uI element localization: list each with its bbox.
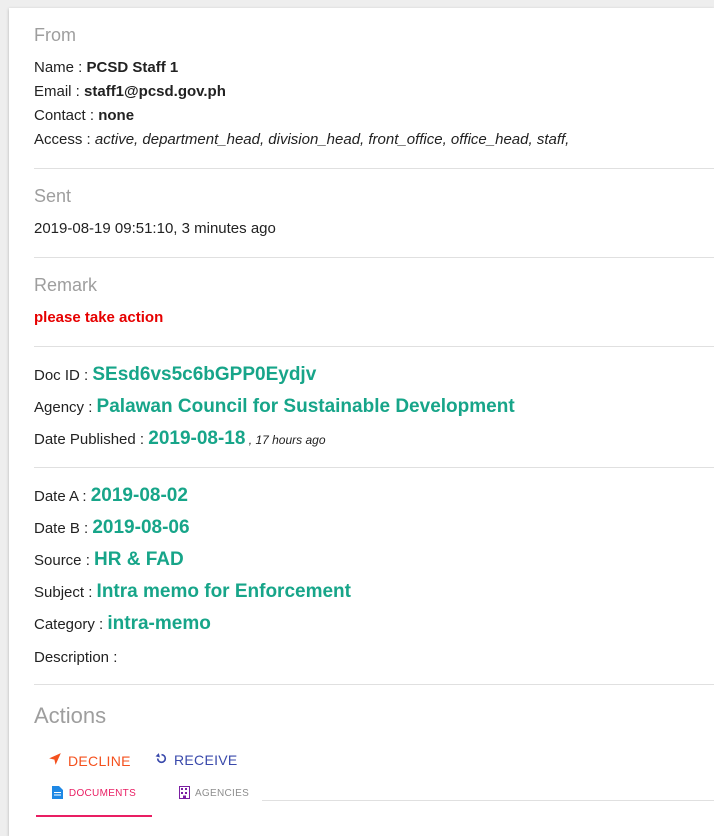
date-published-ago: , 17 hours ago: [245, 433, 326, 447]
decline-button[interactable]: DECLINE: [48, 752, 131, 769]
source-value: HR & FAD: [94, 549, 184, 570]
email-value: staff1@pcsd.gov.ph: [84, 83, 226, 100]
remark-heading: Remark: [34, 275, 98, 295]
divider: [34, 684, 714, 685]
doc-id-label: Doc ID :: [34, 367, 93, 384]
category: Category : intra-memo: [34, 613, 211, 635]
source-label: Source :: [34, 552, 95, 569]
tab-documents[interactable]: DOCUMENTS: [36, 770, 152, 817]
subject-value: Intra memo for Enforcement: [96, 581, 351, 602]
contact-value: none: [98, 107, 135, 124]
actions-heading: Actions: [34, 703, 107, 728]
message-detail-card: From Name : PCSD Staff 1 Email : staff1@…: [9, 8, 714, 836]
date-b: Date B : 2019-08-06: [34, 517, 190, 539]
name-value: PCSD Staff 1: [86, 59, 179, 76]
from-heading: From: [34, 25, 76, 45]
doc-id-value: SEsd6vs5c6bGPP0Eydjv: [92, 364, 317, 385]
send-icon: [48, 752, 62, 769]
date-published-label: Date Published :: [34, 431, 149, 448]
sent-value: 2019-08-19 09:51:10, 3 minutes ago: [34, 220, 276, 237]
contact-label: Contact :: [34, 107, 99, 124]
doc-agency: Agency : Palawan Council for Sustainable…: [34, 396, 515, 418]
agency-label: Agency :: [34, 399, 97, 416]
access-label: Access :: [34, 131, 95, 148]
building-icon: [178, 785, 190, 802]
divider: [34, 346, 714, 347]
doc-id: Doc ID : SEsd6vs5c6bGPP0Eydjv: [34, 364, 316, 386]
divider: [34, 257, 714, 258]
receive-button[interactable]: RECEIVE: [155, 752, 238, 768]
remark-value: please take action: [34, 309, 164, 326]
date-b-label: Date B :: [34, 520, 93, 537]
description: Description :: [34, 649, 117, 666]
tab-agencies[interactable]: AGENCIES: [164, 770, 264, 817]
from-contact: Contact : none: [34, 107, 134, 124]
bottom-tab-bar: DOCUMENTS AGENCIES: [24, 770, 262, 817]
date-b-value: 2019-08-06: [92, 517, 190, 538]
category-label: Category :: [34, 616, 108, 633]
decline-label: DECLINE: [68, 752, 131, 769]
category-value: intra-memo: [107, 613, 211, 634]
date-a-label: Date A :: [34, 488, 91, 505]
sent-heading: Sent: [34, 186, 72, 206]
access-value: active, department_head, division_head, …: [94, 131, 570, 148]
subject-label: Subject :: [34, 584, 97, 601]
document-icon: [51, 785, 63, 802]
active-tab-indicator: [36, 815, 152, 817]
name-label: Name :: [34, 59, 87, 76]
tab-agencies-label: AGENCIES: [194, 788, 250, 799]
divider: [34, 168, 714, 169]
doc-date-published: Date Published : 2019-08-18 , 17 hours a…: [34, 428, 326, 450]
date-a-value: 2019-08-02: [90, 485, 188, 506]
agency-value: Palawan Council for Sustainable Developm…: [96, 396, 515, 417]
source: Source : HR & FAD: [34, 549, 184, 571]
undo-icon: [155, 752, 168, 768]
subject: Subject : Intra memo for Enforcement: [34, 581, 351, 603]
from-email: Email : staff1@pcsd.gov.ph: [34, 83, 226, 100]
divider: [34, 467, 714, 468]
date-published-value: 2019-08-18: [148, 428, 246, 449]
from-access: Access : active, department_head, divisi…: [34, 131, 569, 148]
from-name: Name : PCSD Staff 1: [34, 59, 178, 76]
receive-label: RECEIVE: [174, 752, 238, 768]
description-label: Description :: [34, 649, 118, 666]
tab-documents-label: DOCUMENTS: [68, 788, 137, 799]
date-a: Date A : 2019-08-02: [34, 485, 188, 507]
email-label: Email :: [34, 83, 85, 100]
